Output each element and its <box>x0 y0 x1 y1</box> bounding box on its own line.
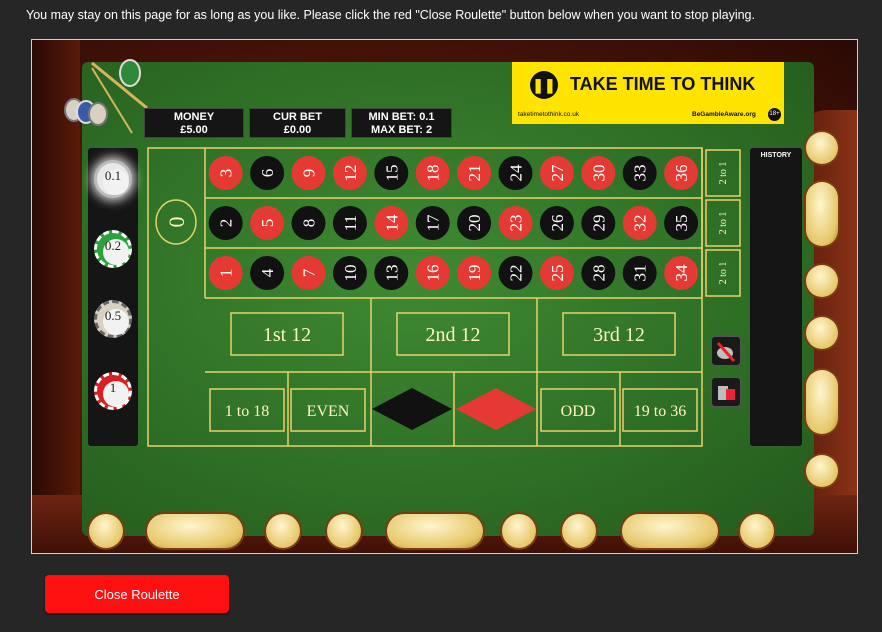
number-33[interactable]: 33 <box>622 156 657 190</box>
number-31[interactable]: 31 <box>622 256 657 290</box>
number-label: 11 <box>341 215 360 231</box>
number-label: 8 <box>300 219 319 228</box>
instructions-text: You may stay on this page for as long as… <box>26 8 755 22</box>
high-bet[interactable]: 19 to 36 <box>634 403 686 420</box>
dozen-bet-2[interactable]: 2nd 12 <box>426 324 481 346</box>
number-28[interactable]: 28 <box>581 256 616 290</box>
dozen-bet-3[interactable]: 3rd 12 <box>593 324 645 346</box>
number-21[interactable]: 21 <box>457 156 492 190</box>
number-label: 30 <box>589 165 608 182</box>
betting-layout: 3 6 9 12 15 18 21 24 27 30 33 362 5 8 11 14 17 20 23 26 29 32… <box>147 147 741 447</box>
number-label: 7 <box>300 268 319 277</box>
number-label: 22 <box>507 265 526 282</box>
number-27[interactable]: 27 <box>539 156 574 190</box>
number-label: 18 <box>424 165 443 182</box>
column-bet-1[interactable]: 2 to 1 <box>718 162 729 185</box>
number-label: 23 <box>507 215 526 232</box>
red-bet-diamond[interactable] <box>456 388 536 430</box>
number-label: 21 <box>465 165 484 182</box>
number-2[interactable]: 2 <box>208 206 243 240</box>
number-label: 4 <box>258 268 277 277</box>
number-7[interactable]: 7 <box>291 256 326 290</box>
number-label: 32 <box>631 215 650 232</box>
close-roulette-button[interactable]: Close Roulette <box>45 575 229 613</box>
number-label: 19 <box>465 265 484 282</box>
history-title: HISTORY <box>760 152 792 159</box>
number-label: 13 <box>382 265 401 282</box>
number-9[interactable]: 9 <box>291 156 326 190</box>
number-label: 33 <box>631 165 650 182</box>
number-label: 6 <box>258 169 277 178</box>
number-label: 31 <box>631 265 650 282</box>
number-label: 10 <box>341 265 360 282</box>
number-32[interactable]: 32 <box>622 206 657 240</box>
number-label: 15 <box>382 165 401 182</box>
number-1[interactable]: 1 <box>208 256 243 290</box>
number-12[interactable]: 12 <box>332 156 367 190</box>
number-label: 35 <box>672 215 691 232</box>
number-14[interactable]: 14 <box>374 206 409 240</box>
clear-chips-icon <box>716 342 736 362</box>
number-3[interactable]: 3 <box>208 156 243 190</box>
number-label: 3 <box>217 169 236 178</box>
number-label: 5 <box>258 219 277 228</box>
number-23[interactable]: 23 <box>498 206 533 240</box>
number-label: 2 <box>217 219 236 228</box>
number-34[interactable]: 34 <box>664 256 699 290</box>
number-24[interactable]: 24 <box>498 156 533 190</box>
column-bet-3[interactable]: 2 to 1 <box>718 262 729 285</box>
number-label: 34 <box>672 264 691 282</box>
number-label: 29 <box>589 215 608 232</box>
number-label: 26 <box>548 215 567 232</box>
number-30[interactable]: 30 <box>581 156 616 190</box>
odd-bet[interactable]: ODD <box>561 403 596 420</box>
number-11[interactable]: 11 <box>332 206 367 240</box>
number-label: 14 <box>382 214 401 232</box>
number-36[interactable]: 36 <box>664 156 699 190</box>
low-bet[interactable]: 1 to 18 <box>225 403 269 420</box>
number-25[interactable]: 25 <box>539 256 574 290</box>
number-10[interactable]: 10 <box>332 256 367 290</box>
number-5[interactable]: 5 <box>250 206 285 240</box>
repeat-bet-button[interactable] <box>711 377 741 407</box>
number-22[interactable]: 22 <box>498 256 533 290</box>
number-18[interactable]: 18 <box>415 156 450 190</box>
number-label: 25 <box>548 265 567 282</box>
number-19[interactable]: 19 <box>457 256 492 290</box>
black-bet-diamond[interactable] <box>372 388 452 430</box>
clear-bets-button[interactable] <box>711 336 741 366</box>
number-label: 9 <box>300 169 319 178</box>
number-label: 28 <box>589 265 608 282</box>
number-label: 36 <box>672 165 691 182</box>
even-bet[interactable]: EVEN <box>307 403 350 420</box>
number-label: 1 <box>217 269 236 278</box>
number-label: 20 <box>465 215 484 232</box>
number-13[interactable]: 13 <box>374 256 409 290</box>
number-26[interactable]: 26 <box>539 206 574 240</box>
number-4[interactable]: 4 <box>250 256 285 290</box>
number-label: 24 <box>507 164 526 182</box>
number-8[interactable]: 8 <box>291 206 326 240</box>
number-29[interactable]: 29 <box>581 206 616 240</box>
column-bet-2[interactable]: 2 to 1 <box>718 212 729 235</box>
number-label: 27 <box>548 164 567 182</box>
history-panel: HISTORY <box>750 148 802 446</box>
number-20[interactable]: 20 <box>457 206 492 240</box>
number-label: 12 <box>341 165 360 182</box>
number-16[interactable]: 16 <box>415 256 450 290</box>
number-15[interactable]: 15 <box>374 156 409 190</box>
number-label: 17 <box>424 214 443 232</box>
zero-label: 0 <box>164 217 189 228</box>
chip-stack-button-icon <box>718 386 735 400</box>
roulette-game: MONEY £5.00 CUR BET £0.00 MIN BET: 0.1 M… <box>31 39 858 554</box>
number-6[interactable]: 6 <box>250 156 285 190</box>
number-label: 16 <box>424 265 443 282</box>
number-17[interactable]: 17 <box>415 206 450 240</box>
number-35[interactable]: 35 <box>664 206 699 240</box>
dozen-bet-1[interactable]: 1st 12 <box>263 324 311 346</box>
